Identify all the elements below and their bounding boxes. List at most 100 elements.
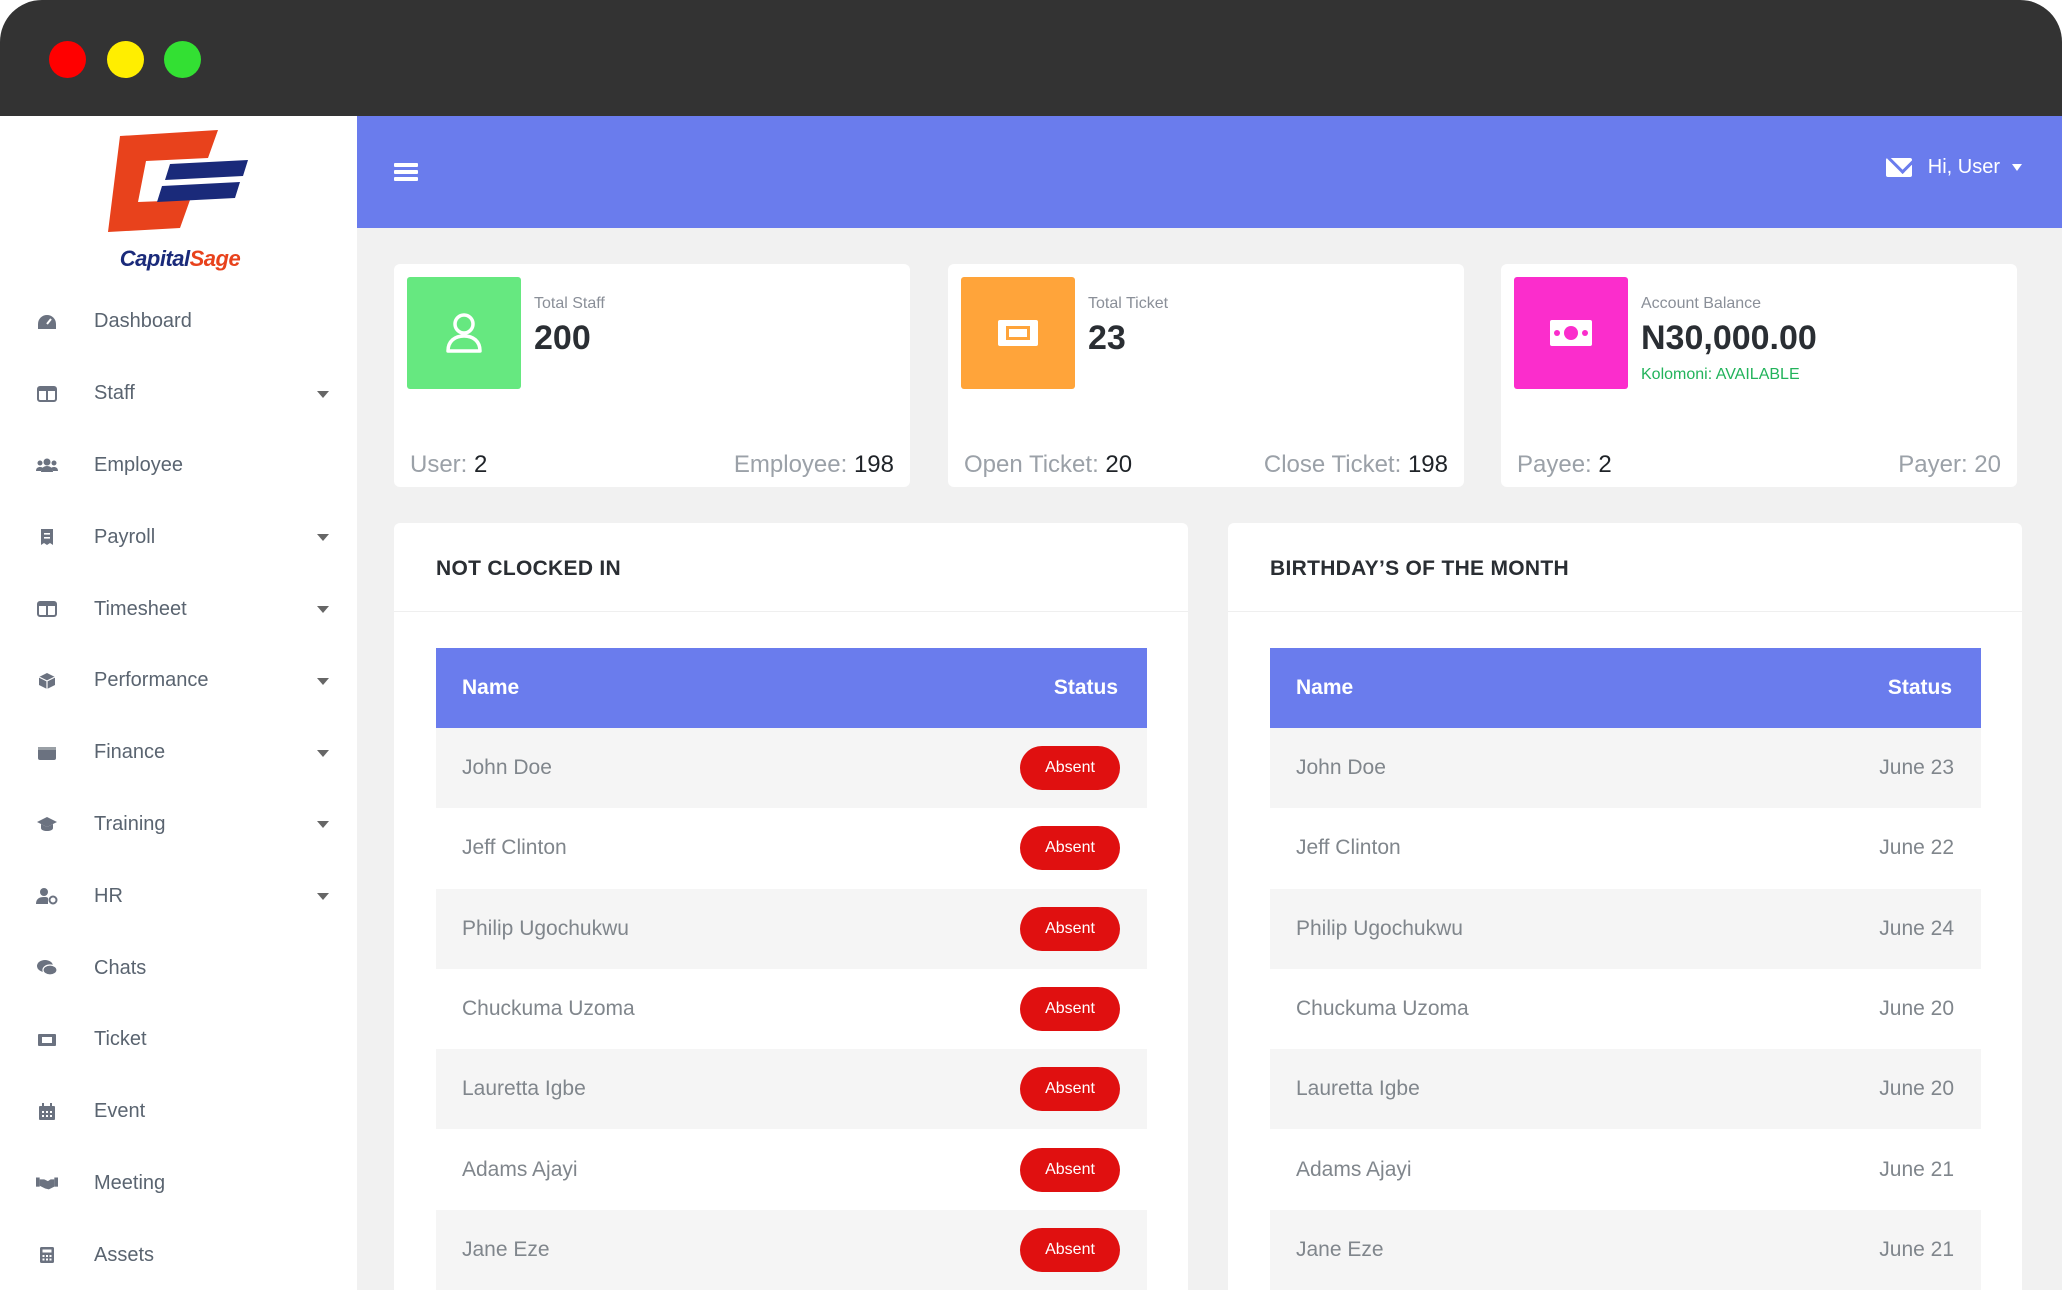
stat-footer-left: User: 2 [410, 451, 488, 478]
brand-name: CapitalSage [119, 246, 241, 271]
user-menu[interactable]: Hi, User [1885, 156, 2022, 179]
caret-down-icon [2012, 164, 2022, 171]
table-row[interactable]: Jane Eze Absent [436, 1209, 1147, 1290]
chevron-down-icon[interactable] [317, 893, 329, 901]
sidebar-item-timesheet[interactable]: Timesheet [0, 573, 357, 645]
row-name: Philip Ugochukwu [462, 916, 629, 940]
sidebar-item-label: Event [94, 1100, 146, 1123]
sidebar-item-employee[interactable]: Employee [0, 430, 357, 502]
sidebar-item-staff[interactable]: Staff [0, 358, 357, 430]
chevron-down-icon[interactable] [317, 534, 329, 542]
close-window-button[interactable] [49, 41, 86, 78]
chevron-down-icon[interactable] [317, 821, 329, 829]
maximize-window-button[interactable] [164, 41, 201, 78]
sidebar-item-label: Training [94, 812, 166, 835]
sidebar-item-dashboard[interactable]: Dashboard [0, 286, 357, 358]
columns-icon [36, 598, 58, 620]
sidebar-item-label: Finance [94, 741, 166, 764]
stat-footer-left: Payee: 2 [1517, 451, 1612, 478]
birthday-date: June 20 [1879, 1077, 1954, 1101]
sidebar-item-chats[interactable]: Chats [0, 932, 357, 1004]
sidebar-item-label: Meeting [94, 1171, 166, 1194]
comments-icon [36, 957, 58, 979]
table-row[interactable]: Lauretta Igbe Absent [436, 1049, 1147, 1130]
stat-label: Account Balance [1641, 295, 1762, 312]
sidebar-item-finance[interactable]: Finance [0, 717, 357, 789]
table-header: Name Status [1270, 648, 1981, 728]
birthday-date: June 21 [1879, 1237, 1954, 1261]
ticket-icon [36, 1029, 58, 1051]
sidebar-item-label: Assets [94, 1243, 155, 1266]
sidebar-item-label: HR [94, 884, 123, 907]
birthday-date: June 23 [1879, 756, 1954, 780]
row-name: Lauretta Igbe [1296, 1077, 1420, 1101]
chevron-down-icon[interactable] [317, 390, 329, 398]
panel-divider [394, 611, 1188, 612]
table-row[interactable]: Lauretta Igbe June 20 [1270, 1049, 1981, 1130]
sidebar-item-label: Staff [94, 382, 135, 405]
chevron-down-icon[interactable] [317, 749, 329, 757]
sidebar-item-payroll[interactable]: Payroll [0, 501, 357, 573]
sidebar-item-event[interactable]: Event [0, 1076, 357, 1148]
table-row[interactable]: Adams Ajayi June 21 [1270, 1129, 1981, 1210]
sidebar-item-label: Chats [94, 956, 147, 979]
sidebar-item-performance[interactable]: Performance [0, 645, 357, 717]
table-row[interactable]: Jeff Clinton Absent [436, 808, 1147, 889]
birthday-date: June 20 [1879, 997, 1954, 1021]
status-badge: Absent [1020, 1227, 1120, 1272]
cube-icon [36, 670, 58, 692]
row-name: Philip Ugochukwu [1296, 916, 1463, 940]
row-name: Jeff Clinton [462, 836, 567, 860]
minimize-window-button[interactable] [107, 41, 144, 78]
sidebar-item-label: Ticket [94, 1028, 147, 1051]
table-row[interactable]: Philip Ugochukwu June 24 [1270, 888, 1981, 969]
birthday-date: June 22 [1879, 836, 1954, 860]
row-name: Jane Eze [1296, 1237, 1384, 1261]
table-row[interactable]: Adams Ajayi Absent [436, 1129, 1147, 1210]
row-name: Jane Eze [462, 1237, 550, 1261]
sidebar-item-label: Dashboard [94, 310, 192, 333]
row-name: Chuckuma Uzoma [462, 997, 635, 1021]
table-row[interactable]: Chuckuma Uzoma June 20 [1270, 968, 1981, 1050]
status-badge: Absent [1020, 1147, 1120, 1192]
table-row[interactable]: John Doe June 23 [1270, 728, 1981, 809]
column-header-status[interactable]: Status [1888, 676, 1952, 700]
column-header-name[interactable]: Name [1296, 676, 1353, 700]
row-name: Jeff Clinton [1296, 836, 1401, 860]
sidebar-item-label: Employee [94, 453, 183, 476]
stat-value: 23 [1088, 319, 1126, 357]
dashboard-icon [36, 311, 58, 333]
calendar-icon [36, 1101, 58, 1123]
chevron-down-icon[interactable] [317, 677, 329, 685]
row-name: Adams Ajayi [1296, 1157, 1412, 1181]
row-name: Adams Ajayi [462, 1157, 578, 1181]
not-clocked-in-panel: NOT CLOCKED IN Name Status John Doe Absent J… [394, 523, 1188, 1290]
user-icon [407, 277, 521, 389]
stat-footer-right: Employee: 198 [733, 451, 894, 478]
sidebar-item-hr[interactable]: HR [0, 860, 357, 932]
table-row[interactable]: Philip Ugochukwu Absent [436, 888, 1147, 969]
sidebar-item-assets[interactable]: Assets [0, 1219, 357, 1290]
mail-icon[interactable] [1885, 158, 1912, 177]
calculator-icon [36, 1244, 58, 1266]
chevron-down-icon[interactable] [317, 606, 329, 614]
money-bill-icon [1514, 277, 1628, 389]
column-header-status[interactable]: Status [1054, 676, 1118, 700]
user-cog-icon [36, 885, 58, 907]
stat-card: Total Staff 200 User: 2 Employee: 198 [394, 264, 910, 487]
birthday-date: June 24 [1879, 916, 1954, 940]
row-name: Chuckuma Uzoma [1296, 997, 1469, 1021]
sidebar-item-ticket[interactable]: Ticket [0, 1004, 357, 1076]
table-row[interactable]: Jane Eze June 21 [1270, 1209, 1981, 1290]
sidebar-item-training[interactable]: Training [0, 789, 357, 861]
menu-toggle-icon[interactable] [394, 163, 418, 181]
sidebar-item-label: Performance [94, 669, 209, 692]
status-badge: Absent [1020, 1067, 1120, 1112]
brand-logo[interactable]: CapitalSage [100, 124, 260, 272]
not-clocked-in-table: Name Status John Doe Absent Jeff Clinton Abse… [436, 648, 1147, 1290]
table-row[interactable]: John Doe Absent [436, 728, 1147, 809]
table-row[interactable]: Chuckuma Uzoma Absent [436, 968, 1147, 1050]
sidebar-item-meeting[interactable]: Meeting [0, 1148, 357, 1220]
table-row[interactable]: Jeff Clinton June 22 [1270, 808, 1981, 889]
column-header-name[interactable]: Name [462, 676, 519, 700]
